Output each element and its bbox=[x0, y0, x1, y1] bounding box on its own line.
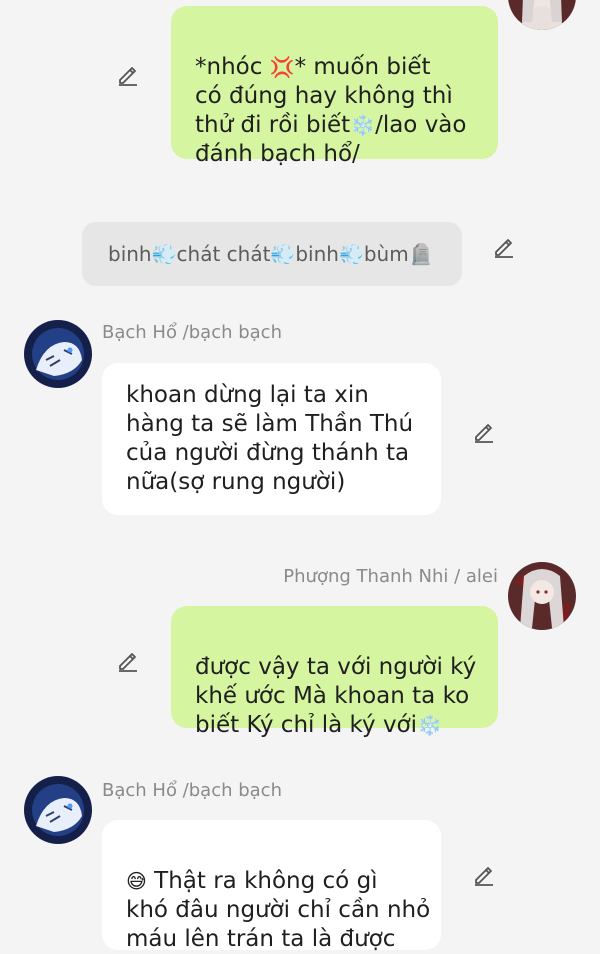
sender-name: Phượng Thanh Nhi / alei bbox=[283, 566, 498, 587]
message-text: khoan dừng lại ta xin hàng ta sẽ làm Thầ… bbox=[126, 382, 414, 495]
edit-icon[interactable] bbox=[472, 419, 496, 443]
edit-icon[interactable] bbox=[472, 862, 496, 886]
sweat-smile-emoji: 😅 bbox=[126, 869, 147, 893]
sender-name: Bạch Hổ /bạch bạch bbox=[102, 322, 282, 343]
girl-avatar-icon bbox=[508, 562, 576, 630]
sender-name: Bạch Hổ /bạch bạch bbox=[102, 780, 282, 801]
edit-icon[interactable] bbox=[492, 234, 516, 258]
edit-icon[interactable] bbox=[116, 62, 140, 86]
tiger-avatar-icon bbox=[24, 776, 92, 844]
edit-icon[interactable] bbox=[116, 648, 140, 672]
message-bubble-incoming[interactable]: 😅 Thật ra không có gì khó đâu người chỉ … bbox=[102, 820, 441, 952]
snowflake-emoji: ❄️ bbox=[417, 713, 442, 737]
message-bubble-incoming[interactable]: khoan dừng lại ta xin hàng ta sẽ làm Thầ… bbox=[102, 363, 441, 515]
message-bubble-outgoing[interactable]: *nhóc 💢* muốn biết có đúng hay không thì… bbox=[171, 6, 498, 167]
message-text: được vậy ta với người ký khế ước Mà khoa… bbox=[195, 654, 477, 738]
anger-emoji: 💢 bbox=[269, 55, 295, 79]
action-message[interactable]: binh 💨 chát chát 💨 binh 💨 bùm 🪦 bbox=[82, 222, 462, 286]
snowflake-emoji: ❄️ bbox=[350, 113, 376, 137]
headstone-emoji: 🪦 bbox=[408, 242, 434, 266]
message-bubble-outgoing[interactable]: được vậy ta với người ký khế ước Mà khoa… bbox=[171, 606, 498, 738]
message-text: *nhóc 💢* muốn biết có đúng hay không thì… bbox=[195, 54, 467, 167]
avatar-bach-ho[interactable] bbox=[24, 320, 92, 388]
tiger-avatar-icon bbox=[24, 320, 92, 388]
girl-avatar-icon bbox=[508, 0, 576, 30]
dash-emoji: 💨 bbox=[270, 242, 296, 266]
avatar-bach-ho[interactable] bbox=[24, 776, 92, 844]
message-text: 😅 Thật ra không có gì khó đâu người chỉ … bbox=[126, 868, 431, 952]
avatar-phuong[interactable] bbox=[508, 562, 576, 630]
avatar-phuong-top[interactable] bbox=[508, 0, 576, 30]
dash-emoji: 💨 bbox=[151, 242, 177, 266]
dash-emoji: 💨 bbox=[338, 242, 364, 266]
